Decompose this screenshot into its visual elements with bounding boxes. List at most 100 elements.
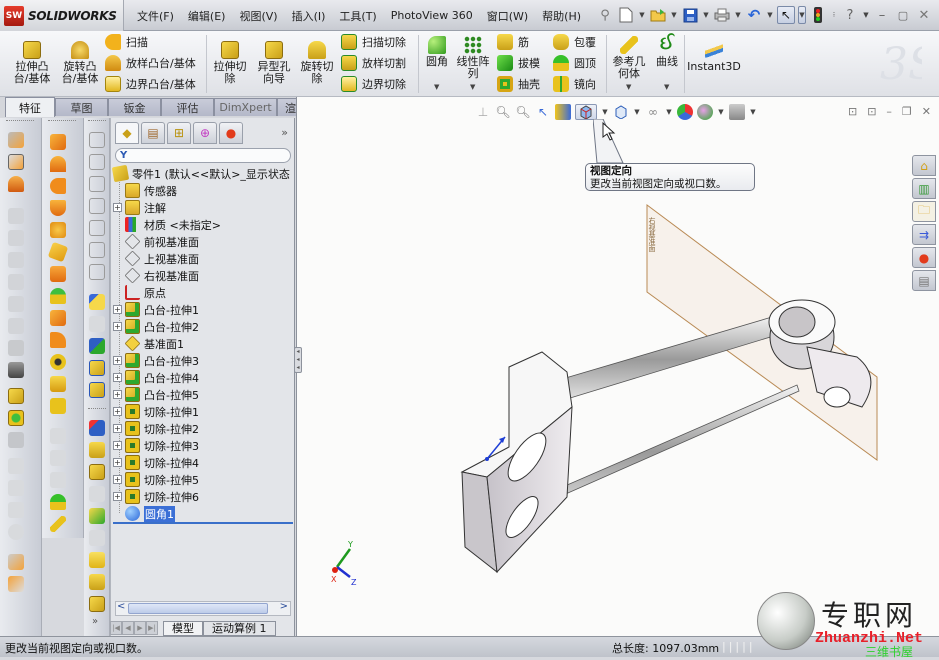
disabled-tool-icon[interactable]: [89, 530, 105, 546]
tree-item[interactable]: + 切除-拉伸2: [113, 420, 199, 437]
split-viewport-icon[interactable]: ⊡: [848, 105, 857, 118]
expand-icon[interactable]: +: [113, 373, 122, 382]
expand-icon[interactable]: +: [113, 356, 122, 365]
hide-show-dropdown-icon[interactable]: ▼: [665, 108, 673, 116]
disabled-tool-icon[interactable]: [89, 486, 105, 502]
select-icon[interactable]: ↖: [777, 6, 795, 24]
disabled-tool-icon[interactable]: [8, 524, 24, 540]
scene-dropdown-icon[interactable]: ▼: [717, 108, 725, 116]
shell-button[interactable]: 抽壳: [497, 76, 540, 92]
tab-sketch[interactable]: 草图: [55, 98, 108, 116]
expand-icon[interactable]: +: [113, 322, 122, 331]
offset-tool-icon[interactable]: [50, 310, 66, 326]
tree-item[interactable]: 原点: [113, 284, 166, 301]
loft-icon[interactable]: [8, 176, 24, 192]
tree-item[interactable]: 右视基准面: [113, 267, 199, 284]
rib-button[interactable]: 筋: [497, 34, 529, 50]
delete-face-icon[interactable]: [50, 354, 66, 370]
sweep-c-icon[interactable]: [50, 178, 66, 194]
display-style-icon[interactable]: [613, 104, 629, 120]
sketch-icon[interactable]: [89, 294, 105, 310]
tree-item[interactable]: 前视基准面: [113, 233, 199, 250]
expand-icon[interactable]: +: [113, 492, 122, 501]
wrap-button[interactable]: 包覆: [553, 34, 596, 50]
expand-icon[interactable]: +: [113, 203, 122, 212]
dome-icon[interactable]: [50, 494, 66, 510]
disabled-tool-icon[interactable]: [8, 340, 24, 356]
configuration-manager-tab[interactable]: ⊞: [167, 122, 191, 144]
disabled-tool-icon[interactable]: [8, 318, 24, 334]
undo-dropdown-icon[interactable]: ▼: [766, 11, 774, 19]
open-dropdown-icon[interactable]: ▼: [670, 11, 678, 19]
disabled-tool-icon[interactable]: [8, 432, 24, 448]
help-icon[interactable]: ?: [841, 6, 859, 24]
dome-tool-icon[interactable]: [50, 288, 66, 304]
extrude-boss-button[interactable]: 拉伸凸台/基体: [10, 41, 54, 85]
sweep-tool-icon[interactable]: [50, 134, 66, 150]
edit-appearance-icon[interactable]: [677, 104, 693, 120]
apply-scene-icon[interactable]: [697, 104, 713, 120]
solidworks-resources-icon[interactable]: ⌂: [912, 155, 936, 176]
disabled-tool-icon[interactable]: [8, 230, 24, 246]
hide-show-items-icon[interactable]: ∞: [645, 104, 661, 120]
disabled-tool-icon[interactable]: [8, 296, 24, 312]
tree-item[interactable]: 上视基准面: [113, 250, 199, 267]
help-dropdown-icon[interactable]: ▼: [862, 11, 870, 19]
extrude-cut-icon[interactable]: [89, 596, 105, 612]
revolve-tool-icon[interactable]: [50, 156, 66, 172]
disabled-tool-icon[interactable]: [50, 450, 66, 466]
viewport-minimize-icon[interactable]: –: [886, 105, 892, 118]
menu-tools[interactable]: 工具(T): [332, 8, 383, 24]
boundary-cut-button[interactable]: 边界切除: [341, 76, 406, 92]
menu-window[interactable]: 窗口(W): [480, 8, 535, 24]
dome-button[interactable]: 圆顶: [553, 55, 596, 71]
disabled-tool-icon[interactable]: [50, 472, 66, 488]
extrude-cut-button[interactable]: 拉伸切除: [210, 41, 250, 85]
zoom-to-area-icon[interactable]: 🔍︎: [515, 104, 531, 120]
view-tool-icon[interactable]: [8, 576, 24, 592]
surface-tool-icon[interactable]: [50, 266, 66, 282]
draft-button[interactable]: 拔模: [497, 55, 540, 71]
tree-item[interactable]: + 切除-拉伸3: [113, 437, 199, 454]
view-top-icon[interactable]: [89, 220, 105, 236]
tree-item[interactable]: 传感器: [113, 182, 177, 199]
phone-tool-icon[interactable]: [8, 362, 24, 378]
hole-icon[interactable]: [8, 410, 24, 426]
ref-geometry-dropdown-icon[interactable]: ▼: [626, 83, 631, 91]
fillet-button[interactable]: 圆角: [422, 36, 452, 68]
toolbar-grip[interactable]: [88, 120, 106, 123]
tree-filter-input[interactable]: Y: [115, 148, 291, 163]
previous-view-icon[interactable]: ↖: [535, 104, 551, 120]
scroll-left-icon[interactable]: <: [117, 601, 125, 612]
cut-icon[interactable]: [8, 154, 24, 170]
expand-icon[interactable]: +: [113, 441, 122, 450]
expand-icon[interactable]: +: [113, 407, 122, 416]
move-up-icon[interactable]: [8, 480, 24, 496]
menu-photoview[interactable]: PhotoView 360: [384, 9, 480, 22]
save-icon[interactable]: [681, 6, 699, 24]
expand-icon[interactable]: +: [113, 424, 122, 433]
view-isometric-icon[interactable]: [89, 264, 105, 280]
disabled-tool-icon[interactable]: [8, 274, 24, 290]
move-down-icon[interactable]: [8, 458, 24, 474]
loft-boss-button[interactable]: 放样凸台/基体: [105, 55, 196, 71]
panel-more-icon[interactable]: »: [281, 126, 288, 139]
tab-dimxpert[interactable]: DimXpert: [214, 98, 277, 116]
pin-icon[interactable]: ⚲: [596, 6, 614, 24]
last-tab-icon[interactable]: ▶|: [146, 621, 158, 635]
view-left-icon[interactable]: [89, 176, 105, 192]
tree-item[interactable]: + 凸台-拉伸1: [113, 301, 199, 318]
disabled-tool-icon[interactable]: [50, 428, 66, 444]
tab-motion-study[interactable]: 运动算例 1: [203, 620, 276, 636]
toolbar-expand-icon[interactable]: »: [92, 616, 98, 627]
disabled-tool-icon[interactable]: [8, 208, 24, 224]
print-dropdown-icon[interactable]: ▼: [734, 11, 742, 19]
new-dropdown-icon[interactable]: ▼: [638, 11, 646, 19]
tree-item[interactable]: + 凸台-拉伸4: [113, 369, 199, 386]
menu-insert[interactable]: 插入(I): [285, 8, 333, 24]
relations-icon[interactable]: [89, 338, 105, 354]
tab-evaluate[interactable]: 评估: [161, 98, 214, 116]
section-view-icon[interactable]: [555, 104, 571, 120]
appearances-icon[interactable]: ●: [912, 247, 936, 268]
split-viewport-icon-2[interactable]: ⊡: [867, 105, 876, 118]
